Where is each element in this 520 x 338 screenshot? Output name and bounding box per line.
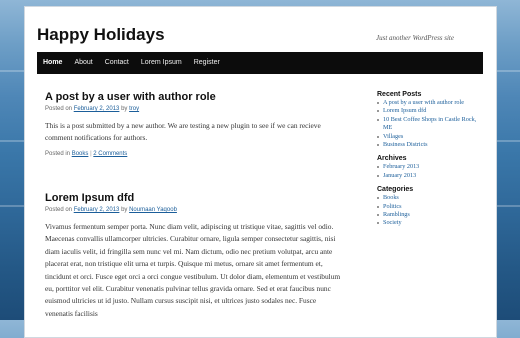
categories-widget: Categories Books Politics Ramblings Soci… — [377, 186, 482, 228]
recent-post-link[interactable]: Villages — [377, 133, 482, 141]
post-date-link[interactable]: February 2, 2013 — [74, 106, 120, 112]
recent-posts-widget: Recent Posts A post by a user with autho… — [377, 91, 482, 149]
main-nav: Home About Contact Lorem Ipsum Register — [37, 52, 483, 74]
sidebar: Recent Posts A post by a user with autho… — [377, 91, 482, 234]
nav-item-home[interactable]: Home — [37, 52, 68, 74]
category-link[interactable]: Politics — [377, 203, 482, 211]
post-author-link[interactable]: Noumaan Yaqoob — [129, 207, 177, 213]
widget-title: Recent Posts — [377, 91, 422, 98]
recent-post-link[interactable]: Lorem Ipsum dfd — [377, 107, 482, 115]
post-meta-prefix: Posted on — [45, 207, 73, 213]
nav-item-register[interactable]: Register — [188, 52, 226, 74]
nav-item-lorem-ipsum[interactable]: Lorem Ipsum — [135, 52, 188, 74]
category-link[interactable]: Society — [377, 219, 482, 227]
post: A post by a user with author role Posted… — [45, 91, 345, 157]
widget-title: Archives — [377, 155, 407, 163]
post-author-link[interactable]: troy — [129, 106, 139, 112]
recent-post-link[interactable]: A post by a user with author role — [377, 99, 482, 107]
page-container: Happy Holidays Just another WordPress si… — [24, 6, 497, 338]
recent-post-link[interactable]: 10 Best Coffee Shops in Castle Rock, ME — [377, 116, 482, 133]
post-date-link[interactable]: February 2, 2013 — [74, 207, 120, 213]
post-footer: Posted in Books | 2 Comments — [45, 151, 345, 157]
site-tagline: Just another WordPress site — [376, 34, 454, 42]
post-title[interactable]: A post by a user with author role — [45, 91, 345, 103]
nav-item-about[interactable]: About — [68, 52, 98, 74]
post-meta-by: by — [121, 207, 128, 213]
widget-title: Categories — [377, 186, 414, 194]
post-meta-prefix: Posted on — [45, 106, 73, 112]
post-body: Vivamus fermentum semper porta. Nunc dia… — [45, 222, 341, 318]
archive-link[interactable]: January 2013 — [377, 172, 482, 180]
post-meta: Posted on February 2, 2013 by troy — [45, 106, 345, 112]
archive-link[interactable]: February 2013 — [377, 163, 482, 171]
post-body: This is a post submitted by a new author… — [45, 121, 321, 143]
category-link[interactable]: Books — [377, 194, 482, 202]
nav-item-contact[interactable]: Contact — [99, 52, 135, 74]
post-meta: Posted on February 2, 2013 by Noumaan Ya… — [45, 207, 345, 213]
post-footer-separator: | — [90, 150, 92, 157]
category-link[interactable]: Ramblings — [377, 211, 482, 219]
post: Lorem Ipsum dfd Posted on February 2, 20… — [45, 192, 345, 320]
post-meta-by: by — [121, 106, 128, 112]
recent-post-link[interactable]: Business Districts — [377, 141, 482, 149]
post-category-link[interactable]: Books — [72, 151, 89, 157]
archives-widget: Archives February 2013 January 2013 — [377, 155, 482, 180]
site-title[interactable]: Happy Holidays — [37, 25, 165, 45]
post-title[interactable]: Lorem Ipsum dfd — [45, 192, 345, 204]
post-footer-prefix: Posted in — [45, 150, 71, 157]
post-comments-link[interactable]: 2 Comments — [93, 151, 127, 157]
